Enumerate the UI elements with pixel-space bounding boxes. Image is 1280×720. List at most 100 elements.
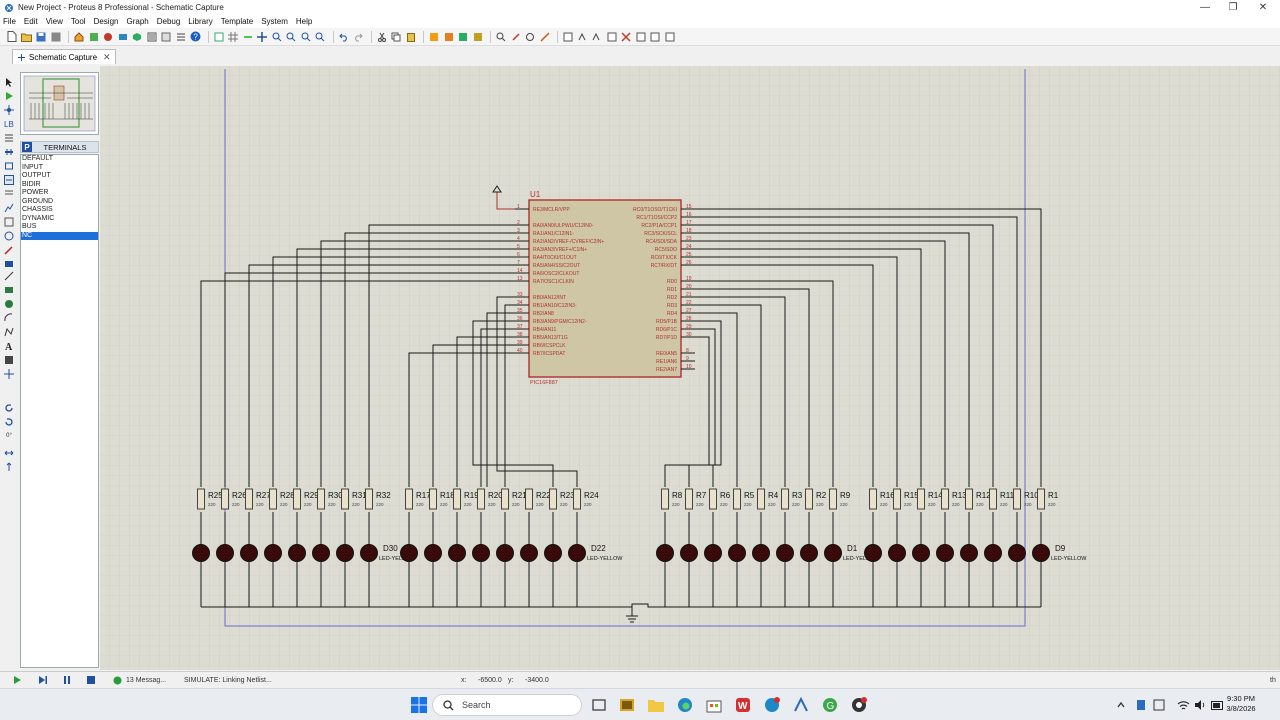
3d-viewer-icon[interactable] bbox=[131, 31, 143, 43]
step-button[interactable] bbox=[38, 672, 48, 688]
menu-file[interactable]: File bbox=[3, 17, 16, 26]
flip-horizontal-icon[interactable] bbox=[3, 447, 15, 459]
terminal-output[interactable]: OUTPUT bbox=[21, 172, 98, 181]
help-icon[interactable]: ? bbox=[189, 31, 201, 43]
text-script-icon[interactable] bbox=[3, 132, 15, 144]
tab-close-icon[interactable]: ✕ bbox=[103, 52, 111, 63]
wire-label-icon[interactable]: LBL bbox=[3, 118, 15, 130]
origin-icon[interactable] bbox=[242, 31, 254, 43]
marker-icon[interactable] bbox=[3, 368, 15, 380]
design-explorer-icon[interactable] bbox=[160, 31, 172, 43]
terminal-dynamic[interactable]: DYNAMIC bbox=[21, 215, 98, 224]
netlist-icon[interactable] bbox=[649, 31, 661, 43]
tab-schematic-capture[interactable]: Schematic Capture ✕ bbox=[12, 49, 116, 64]
probe-mode-icon[interactable] bbox=[3, 244, 15, 256]
menu-system[interactable]: System bbox=[261, 17, 288, 26]
make-device-icon[interactable] bbox=[510, 31, 522, 43]
stop-button[interactable] bbox=[86, 672, 96, 688]
paste-icon[interactable] bbox=[405, 31, 417, 43]
play-button[interactable] bbox=[12, 672, 22, 688]
text-icon[interactable]: A bbox=[3, 340, 15, 352]
zoom-all-icon[interactable] bbox=[300, 31, 312, 43]
pick-device-icon[interactable] bbox=[495, 31, 507, 43]
maximize-button[interactable]: ❐ bbox=[1216, 0, 1250, 15]
block-copy-icon[interactable] bbox=[428, 31, 440, 43]
terminal-bus[interactable]: BUS bbox=[21, 223, 98, 232]
remove-sheet-icon[interactable] bbox=[620, 31, 632, 43]
mail-app-icon[interactable] bbox=[763, 696, 781, 714]
graph-mode-icon[interactable] bbox=[3, 202, 15, 214]
search-tag-icon[interactable] bbox=[577, 31, 589, 43]
design-rules-icon[interactable] bbox=[664, 31, 676, 43]
home-icon[interactable] bbox=[73, 31, 85, 43]
app-g-icon[interactable]: G bbox=[821, 696, 839, 714]
pause-button[interactable] bbox=[62, 672, 72, 688]
menu-design[interactable]: Design bbox=[94, 17, 119, 26]
selection-mode-icon[interactable] bbox=[3, 76, 15, 88]
start-icon[interactable] bbox=[410, 696, 428, 714]
edge-browser-icon[interactable] bbox=[676, 696, 694, 714]
block-delete-icon[interactable] bbox=[472, 31, 484, 43]
generator-mode-icon[interactable] bbox=[3, 230, 15, 242]
schematic-drawing[interactable]: U1 PIC16F887 1 RE3/MCLR/VPP 2 RA0/AN0/ULPWU/C… bbox=[100, 66, 1280, 670]
exit-to-parent-icon[interactable] bbox=[635, 31, 647, 43]
zoom-area-icon[interactable] bbox=[314, 31, 326, 43]
grid-toggle-icon[interactable] bbox=[227, 31, 239, 43]
store-icon[interactable] bbox=[705, 696, 723, 714]
new-file-icon[interactable] bbox=[6, 31, 18, 43]
source-code-icon[interactable] bbox=[175, 31, 187, 43]
file-explorer-icon[interactable] bbox=[647, 696, 665, 714]
copy-icon[interactable] bbox=[390, 31, 402, 43]
system-clock[interactable]: 9:30 PM 3/8/2026 bbox=[1224, 694, 1258, 714]
flip-vertical-icon[interactable] bbox=[3, 461, 15, 473]
block-rotate-icon[interactable] bbox=[457, 31, 469, 43]
buses-icon[interactable] bbox=[3, 146, 15, 158]
schematic-canvas[interactable]: U1 PIC16F887 1 RE3/MCLR/VPP 2 RA0/AN0/ULPWU/C… bbox=[100, 66, 1280, 670]
component-mode-icon[interactable] bbox=[3, 90, 15, 102]
terminal-input[interactable]: INPUT bbox=[21, 164, 98, 173]
virtual-instruments-icon[interactable] bbox=[3, 258, 15, 270]
language-icon[interactable] bbox=[1150, 696, 1168, 714]
overview-window[interactable] bbox=[20, 72, 99, 135]
close-project-icon[interactable] bbox=[50, 31, 62, 43]
arc-icon[interactable] bbox=[3, 312, 15, 324]
pan-icon[interactable] bbox=[256, 31, 268, 43]
menu-edit[interactable]: Edit bbox=[24, 17, 38, 26]
rotate-anticlockwise-icon[interactable] bbox=[3, 416, 15, 428]
property-assignment-icon[interactable] bbox=[591, 31, 603, 43]
line-icon[interactable] bbox=[3, 270, 15, 282]
new-sheet-icon[interactable] bbox=[606, 31, 618, 43]
schematic-icon[interactable] bbox=[88, 31, 100, 43]
show-hidden-icons[interactable] bbox=[1112, 696, 1130, 714]
rotate-clockwise-icon[interactable] bbox=[3, 402, 15, 414]
task-view-icon[interactable] bbox=[590, 696, 608, 714]
box-icon[interactable] bbox=[3, 284, 15, 296]
cut-icon[interactable] bbox=[376, 31, 388, 43]
decompose-icon[interactable] bbox=[539, 31, 551, 43]
pick-devices-button[interactable]: P bbox=[22, 142, 32, 152]
save-icon[interactable] bbox=[35, 31, 47, 43]
terminal-chassis[interactable]: CHASSIS bbox=[21, 206, 98, 215]
menu-help[interactable]: Help bbox=[296, 17, 312, 26]
circle-icon[interactable] bbox=[3, 298, 15, 310]
menu-library[interactable]: Library bbox=[188, 17, 212, 26]
symbol-icon[interactable] bbox=[3, 354, 15, 366]
proteus-taskbar-icon[interactable] bbox=[792, 696, 810, 714]
close-button[interactable]: ✕ bbox=[1246, 0, 1280, 15]
active-popup-icon[interactable] bbox=[3, 216, 15, 228]
terminal-default[interactable]: DEFAULT bbox=[21, 155, 98, 164]
menu-graph[interactable]: Graph bbox=[126, 17, 148, 26]
chrome-icon[interactable] bbox=[850, 696, 868, 714]
menu-template[interactable]: Template bbox=[221, 17, 253, 26]
junction-dot-icon[interactable] bbox=[3, 104, 15, 116]
terminal-nc[interactable]: NC bbox=[21, 231, 98, 240]
zoom-out-icon[interactable] bbox=[285, 31, 297, 43]
wps-office-icon[interactable]: W bbox=[734, 696, 752, 714]
terminal-power[interactable]: POWER bbox=[21, 189, 98, 198]
zoom-in-icon[interactable] bbox=[271, 31, 283, 43]
subcircuit-icon[interactable] bbox=[3, 160, 15, 172]
packaging-tool-icon[interactable] bbox=[524, 31, 536, 43]
messages-indicator[interactable]: 13 Messag... bbox=[113, 672, 166, 688]
undo-icon[interactable] bbox=[338, 31, 350, 43]
device-pins-icon[interactable] bbox=[3, 188, 15, 200]
